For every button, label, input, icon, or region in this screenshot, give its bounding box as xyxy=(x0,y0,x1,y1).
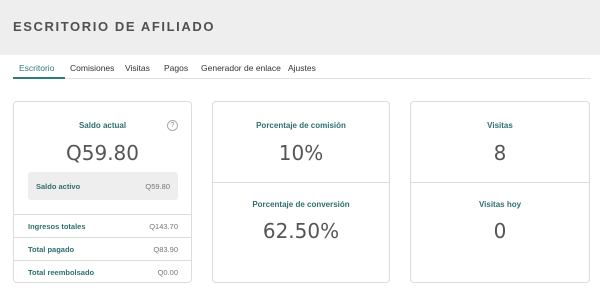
total-income-label: Ingresos totales xyxy=(28,222,86,231)
summary-row: Ingresos totales Q143.70 xyxy=(14,214,191,237)
current-balance-label: Saldo actual xyxy=(78,121,127,130)
tab-escritorio[interactable]: Escritorio xyxy=(19,63,54,73)
tab-comisiones[interactable]: Comisiones xyxy=(70,63,114,73)
total-paid-value: Q83.90 xyxy=(153,245,178,254)
commission-rate-label: Porcentaje de comisión xyxy=(256,121,346,130)
active-balance-box: Saldo activo Q59.80 xyxy=(28,172,178,200)
visits-label: Visitas xyxy=(487,121,513,130)
active-tab-indicator xyxy=(13,77,65,79)
total-income-value: Q143.70 xyxy=(149,222,178,231)
tab-bar: Escritorio Comisiones Visitas Pagos Gene… xyxy=(13,56,591,79)
visits-today-value: 0 xyxy=(493,219,507,243)
summary-row: Total pagado Q83.90 xyxy=(14,237,191,260)
visits-today-label: Visitas hoy xyxy=(478,200,522,209)
total-refunded-label: Total reembolsado xyxy=(28,268,95,277)
tab-visitas[interactable]: Visitas xyxy=(125,63,150,73)
tab-pagos[interactable]: Pagos xyxy=(164,63,188,73)
current-balance-value: Q59.80 xyxy=(66,141,139,165)
active-balance-label: Saldo activo xyxy=(36,182,81,191)
active-balance-value: Q59.80 xyxy=(145,182,170,191)
card-divider xyxy=(213,182,389,183)
conversion-rate-label: Porcentaje de conversión xyxy=(252,200,350,209)
visits-value: 8 xyxy=(493,141,507,165)
question-circle-icon[interactable]: ? xyxy=(167,120,178,131)
balance-card: Saldo actual ? Q59.80 Saldo activo Q59.8… xyxy=(13,101,192,283)
card-divider xyxy=(411,182,589,183)
commission-card: Porcentaje de comisión 10% Porcentaje de… xyxy=(212,101,390,283)
tab-ajustes[interactable]: Ajustes xyxy=(288,63,316,73)
page-header: ESCRITORIO DE AFILIADO xyxy=(0,0,600,55)
summary-row: Total reembolsado Q0.00 xyxy=(14,260,191,283)
total-refunded-value: Q0.00 xyxy=(157,268,178,277)
commission-rate-value: 10% xyxy=(278,141,324,165)
tab-generador-de-enlace[interactable]: Generador de enlace xyxy=(201,63,281,73)
page-title: ESCRITORIO DE AFILIADO xyxy=(13,19,216,34)
total-paid-label: Total pagado xyxy=(28,245,75,254)
conversion-rate-value: 62.50% xyxy=(262,219,340,243)
visits-card: Visitas 8 Visitas hoy 0 xyxy=(410,101,590,283)
